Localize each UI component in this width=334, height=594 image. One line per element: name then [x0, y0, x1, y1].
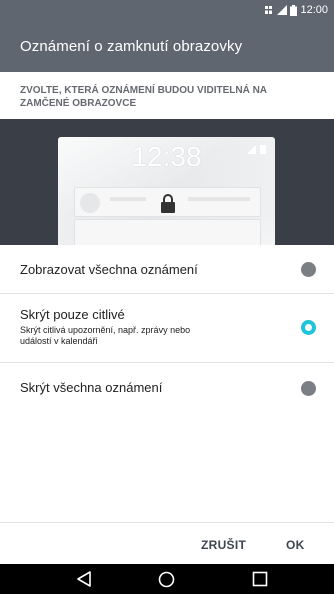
preview-avatar — [80, 193, 100, 213]
option-label: Skrýt pouze citlivé — [20, 307, 125, 322]
app-bar: Oznámení o zamknutí obrazovky — [0, 20, 334, 72]
status-time: 12:00 — [300, 4, 328, 16]
option-show-all[interactable]: Zobrazovat všechna oznámení — [0, 245, 334, 293]
subtitle-line-2: ZAMČENÉ OBRAZOVCE — [20, 98, 137, 109]
status-bar: 12:00 — [0, 0, 334, 20]
radio-button-selected[interactable] — [301, 320, 316, 335]
signal-icon — [277, 5, 288, 15]
cancel-button[interactable]: ZRUŠIT — [201, 538, 246, 552]
preview-notification-card-2 — [74, 219, 261, 245]
section-subtitle: ZVOLTE, KTERÁ OZNÁMENÍ BUDOU VIDITELNÁ N… — [20, 84, 320, 110]
radio-button[interactable] — [301, 381, 316, 396]
ok-button[interactable]: OK — [286, 538, 305, 552]
sim-icon — [264, 5, 275, 15]
battery-icon — [290, 4, 298, 16]
subtitle-line-1: ZVOLTE, KTERÁ OZNÁMENÍ BUDOU VIDITELNÁ N… — [20, 85, 268, 96]
lock-icon — [160, 193, 176, 213]
recent-apps-icon[interactable] — [252, 571, 268, 592]
preview-clock: 12:38 — [131, 141, 202, 172]
lockscreen-preview: 12:38 — [0, 119, 334, 245]
option-label: Zobrazovat všechna oznámení — [20, 262, 198, 277]
option-label: Skrýt všechna oznámení — [20, 380, 163, 395]
back-icon[interactable] — [76, 571, 92, 592]
option-hide-all[interactable]: Skrýt všechna oznámení — [0, 363, 334, 413]
radio-button[interactable] — [301, 262, 316, 277]
option-description: Skrýt citlivá upozornění, např. zprávy n… — [20, 325, 191, 346]
status-icons: 12:00 — [264, 3, 328, 17]
page-title: Oznámení o zamknutí obrazovky — [20, 38, 243, 55]
phone-screen-preview: 12:38 — [58, 137, 275, 245]
home-icon[interactable] — [158, 571, 175, 593]
option-hide-sensitive[interactable]: Skrýt pouze citlivé Skrýt citlivá upozor… — [0, 294, 334, 362]
navigation-bar — [0, 564, 334, 594]
divider — [0, 522, 334, 523]
